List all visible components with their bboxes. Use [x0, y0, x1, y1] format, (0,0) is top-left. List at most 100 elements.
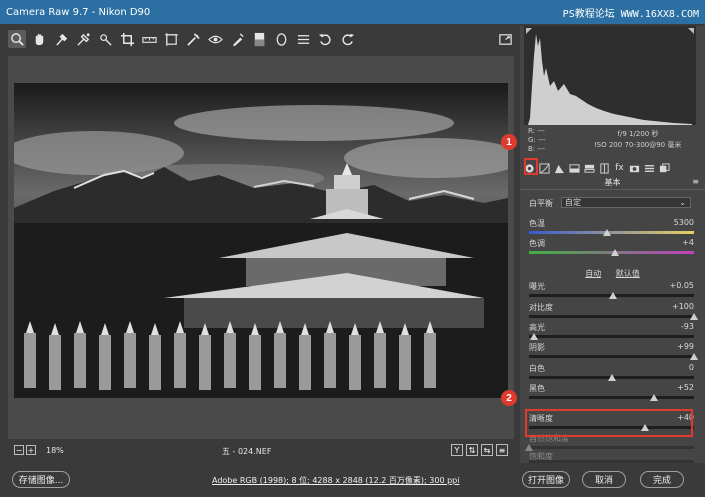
slider-value[interactable]: -93 [681, 322, 694, 331]
iso-lens: ISO 200 70-300@90 毫米 [594, 141, 682, 149]
straighten-icon[interactable] [140, 30, 158, 48]
slider-exposure[interactable]: 曝光 +0.05 [529, 281, 694, 301]
tab-camera-calibration[interactable] [629, 163, 640, 174]
zoom-level[interactable]: 18% [46, 446, 64, 455]
zoom-out-button[interactable]: − [14, 445, 24, 455]
slider-value[interactable]: +52 [677, 383, 694, 392]
watermark: PS教程论坛 WWW.16XX8.COM [562, 8, 699, 20]
tab-fx[interactable]: fx [614, 163, 625, 174]
panel-menu-icon[interactable]: ≡ [692, 177, 699, 186]
red-eye-icon[interactable] [206, 30, 224, 48]
slider-label: 阴影 [529, 343, 545, 352]
tab-snapshots[interactable] [659, 162, 670, 174]
slider-thumb[interactable] [610, 249, 619, 256]
histogram [524, 26, 696, 125]
targeted-adjust-icon[interactable] [96, 30, 114, 48]
window-title: Camera Raw 9.7 - Nikon D90 [6, 6, 151, 18]
white-balance-label: 白平衡 [529, 199, 553, 208]
rotate-ccw-icon[interactable] [316, 30, 334, 48]
blue-readout: B: --- [528, 145, 545, 153]
tab-lens[interactable] [599, 162, 610, 174]
rotate-cw-icon[interactable] [338, 30, 356, 48]
chevron-down-icon: ⌄ [679, 198, 686, 207]
white-balance-value: 自定 [565, 198, 581, 207]
view-compare-button[interactable]: Y [451, 444, 463, 456]
tab-split-toning[interactable] [584, 163, 595, 174]
slider-label: 高光 [529, 323, 545, 332]
preview-canvas[interactable] [8, 56, 514, 439]
workflow-options-link[interactable]: Adobe RGB (1998); 8 位; 4288 x 2848 (12.2… [212, 475, 459, 486]
slider-value[interactable]: +99 [677, 342, 694, 351]
graduated-filter-icon[interactable] [250, 30, 268, 48]
view-buttons: Y ⇅ ⇆ ≡ [451, 444, 508, 456]
highlight-box-tab [524, 158, 538, 175]
panel-title: 基本 [520, 177, 705, 190]
slider-saturation[interactable]: 饱和度 [529, 451, 694, 463]
slider-track[interactable] [529, 355, 694, 358]
histogram-graph [526, 28, 694, 125]
slider-track[interactable] [529, 231, 694, 234]
slider-value[interactable]: 5300 [674, 218, 694, 227]
title-bar: Camera Raw 9.7 - Nikon D90 PS教程论坛 WWW.16… [0, 0, 705, 24]
slider-thumb[interactable] [602, 229, 611, 236]
file-name: 五 - 024.NEF [222, 447, 272, 456]
callout-badge-2: 2 [501, 390, 517, 406]
slider-thumb[interactable] [609, 292, 618, 299]
radial-filter-icon[interactable] [272, 30, 290, 48]
slider-temperature[interactable]: 色温 5300 [529, 218, 694, 238]
slider-track[interactable] [529, 396, 694, 399]
slider-value[interactable]: +0.05 [669, 281, 694, 290]
save-image-button[interactable]: 存储图像... [12, 471, 70, 488]
slider-thumb[interactable] [607, 374, 616, 381]
slider-label: 色调 [529, 239, 545, 248]
slider-label: 对比度 [529, 303, 553, 312]
auto-link[interactable]: 自动 [585, 269, 601, 278]
slider-contrast[interactable]: 对比度 +100 [529, 302, 698, 322]
slider-value[interactable]: +4 [682, 238, 694, 247]
white-balance-select[interactable]: 自定 ⌄ [561, 197, 691, 208]
hand-icon[interactable] [30, 30, 48, 48]
toggle-settings-button[interactable]: ≡ [496, 444, 508, 456]
slider-tint[interactable]: 色调 +4 [529, 238, 694, 258]
color-sampler-icon[interactable] [74, 30, 92, 48]
slider-whites[interactable]: 白色 0 [529, 363, 694, 383]
tab-presets[interactable] [644, 163, 655, 174]
preferences-icon[interactable] [294, 30, 312, 48]
slider-value[interactable]: 0 [689, 363, 694, 372]
slider-thumb[interactable] [690, 313, 698, 320]
swap-settings-button[interactable]: ⇅ [466, 444, 478, 456]
tab-hsl[interactable] [569, 163, 580, 174]
slider-track[interactable] [529, 335, 694, 338]
slider-track[interactable] [529, 315, 694, 318]
slider-label: 白色 [529, 364, 545, 373]
fullscreen-icon[interactable] [496, 30, 514, 48]
slider-track[interactable] [529, 446, 694, 449]
preview-image[interactable] [14, 83, 508, 398]
transform-icon[interactable] [162, 30, 180, 48]
slider-thumb[interactable] [690, 353, 698, 360]
cancel-button[interactable]: 取消 [582, 471, 626, 488]
slider-label: 曝光 [529, 282, 545, 291]
slider-highlights[interactable]: 高光 -93 [529, 322, 694, 342]
slider-thumb[interactable] [529, 333, 538, 340]
slider-blacks[interactable]: 黑色 +52 [529, 383, 694, 403]
zoom-icon[interactable] [8, 30, 26, 48]
copy-settings-button[interactable]: ⇆ [481, 444, 493, 456]
white-balance-icon[interactable] [52, 30, 70, 48]
aperture-shutter: f/9 1/200 秒 [617, 130, 659, 138]
slider-shadows[interactable]: 阴影 +99 [529, 342, 698, 362]
default-link[interactable]: 默认值 [616, 269, 640, 278]
spot-removal-icon[interactable] [184, 30, 202, 48]
done-button[interactable]: 完成 [640, 471, 684, 488]
tab-detail[interactable] [554, 163, 565, 174]
zoom-in-button[interactable]: + [26, 445, 36, 455]
red-readout: R: --- [528, 127, 545, 135]
crop-icon[interactable] [118, 30, 136, 48]
tab-tone-curve[interactable] [539, 162, 550, 174]
slider-thumb[interactable] [650, 394, 659, 401]
adjustment-brush-icon[interactable] [228, 30, 246, 48]
photo-graphic [14, 83, 508, 398]
slider-thumb[interactable] [525, 444, 533, 451]
slider-value[interactable]: +100 [672, 302, 694, 311]
open-image-button[interactable]: 打开图像 [522, 471, 570, 488]
